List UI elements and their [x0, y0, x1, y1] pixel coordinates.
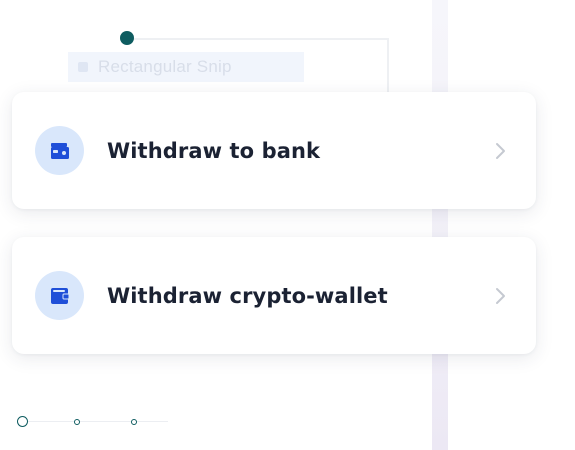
- snip-mode-label-box: Rectangular Snip: [68, 52, 304, 82]
- withdraw-crypto-wallet-label: Withdraw crypto-wallet: [107, 283, 388, 308]
- chevron-right-icon: [489, 140, 511, 162]
- step-indicator-dot: [74, 419, 80, 425]
- wallet-icon: [35, 271, 84, 320]
- withdraw-to-bank-option[interactable]: Withdraw to bank: [12, 92, 536, 209]
- snip-mode-label: Rectangular Snip: [98, 57, 232, 76]
- withdraw-to-bank-label: Withdraw to bank: [107, 138, 321, 163]
- snip-mode-icon: [78, 62, 88, 72]
- step-indicator-dot: [131, 419, 137, 425]
- step-indicator-track: [22, 421, 168, 422]
- withdraw-crypto-wallet-option[interactable]: Withdraw crypto-wallet: [12, 237, 536, 354]
- snip-handle-dot: [120, 31, 134, 45]
- step-indicator-dot-current: [17, 416, 28, 427]
- bank-card-icon: [35, 126, 84, 175]
- side-panel-strip: [432, 0, 448, 450]
- chevron-right-icon: [489, 285, 511, 307]
